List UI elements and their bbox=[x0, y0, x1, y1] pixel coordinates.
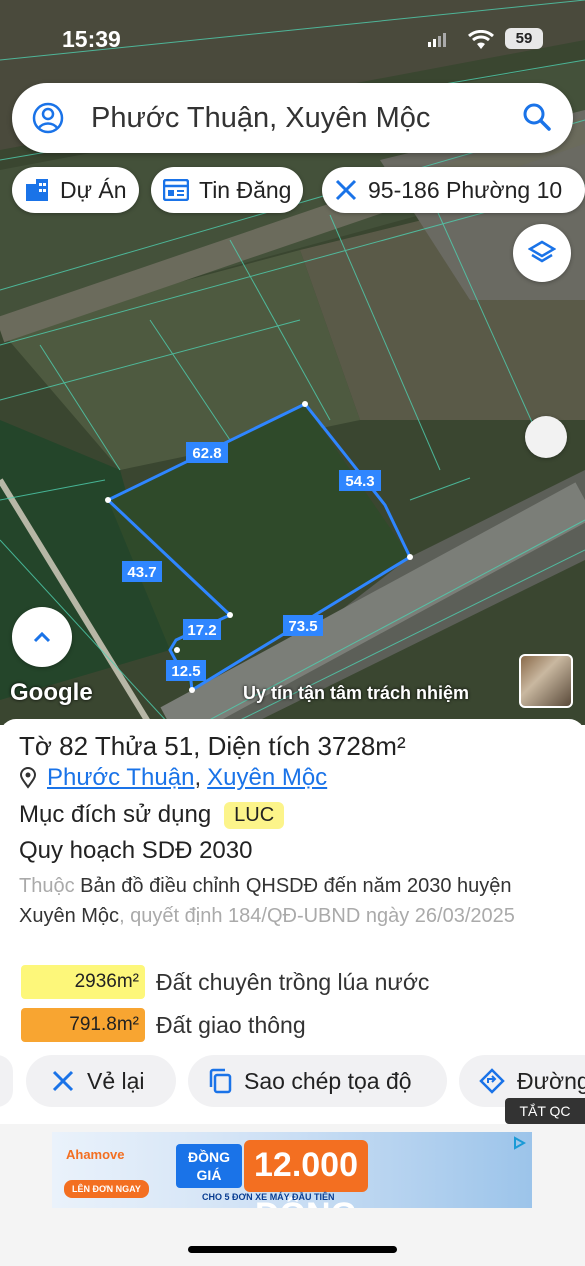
parcel-title: Tờ 82 Thửa 51, Diện tích 3728m² bbox=[19, 731, 406, 761]
legend-item-rice: 2936m² Đất chuyên trồng lúa nước bbox=[21, 965, 429, 999]
user-thumbnail[interactable] bbox=[519, 654, 573, 708]
edge-label: 62.8 bbox=[192, 445, 221, 462]
location-pin-icon bbox=[19, 767, 37, 789]
purpose-code-badge: LUC bbox=[224, 801, 285, 829]
ad-banner[interactable]: Ahamove LÊN ĐƠN NGAY ĐỒNG GIÁ 12.000 ĐỒN… bbox=[52, 1132, 532, 1208]
edge-label: 73.5 bbox=[288, 618, 317, 635]
button-label: Sao chép tọa độ bbox=[244, 1067, 412, 1094]
pencil-ruler-icon bbox=[52, 1070, 74, 1092]
ad-choices-icon[interactable] bbox=[512, 1136, 526, 1150]
legend-area: 791.8m² bbox=[21, 1008, 145, 1042]
legend-item-transport: 791.8m² Đất giao thông bbox=[21, 1008, 306, 1042]
ad-subtext: CHO 5 ĐƠN XE MÁY ĐẦU TIÊN bbox=[202, 1192, 335, 1202]
redraw-button[interactable]: Vẻ lại bbox=[26, 1055, 176, 1107]
edge-labels: 62.8 54.3 43.7 73.5 17.2 12.5 bbox=[122, 442, 381, 681]
edge-label: 54.3 bbox=[345, 473, 374, 490]
home-indicator[interactable] bbox=[188, 1246, 397, 1253]
edge-label: 12.5 bbox=[171, 663, 200, 680]
ad-brand: Ahamove bbox=[66, 1147, 125, 1162]
desc-decision: , quyết định 184/QĐ-UBND ngày 26/03/2025 bbox=[119, 905, 515, 927]
plan-description: Thuộc Bản đồ điều chỉnh QHSDĐ đến năm 20… bbox=[19, 871, 559, 931]
legend-label: Đất chuyên trồng lúa nước bbox=[156, 968, 430, 995]
purpose-label: Mục đích sử dụng bbox=[19, 801, 212, 828]
ad-price: 12.000 ĐỒNG bbox=[244, 1140, 368, 1208]
button-label: Vẻ lại bbox=[87, 1067, 145, 1094]
google-logo: Google bbox=[10, 679, 93, 706]
location-separator: , bbox=[194, 764, 202, 791]
edge-label: 17.2 bbox=[187, 622, 216, 639]
button-label: Đường bbox=[517, 1067, 585, 1094]
copy-icon bbox=[209, 1068, 232, 1094]
commune-link[interactable]: Phước Thuận bbox=[47, 764, 194, 792]
map-slogan: Uy tín tận tâm trách nhiệm bbox=[243, 683, 470, 703]
district-link[interactable]: Xuyên Mộc bbox=[207, 764, 327, 792]
desc-prefix: Thuộc bbox=[19, 875, 75, 897]
legend-area: 2936m² bbox=[21, 965, 145, 999]
map-view[interactable]: 15:39 59 Phước Thuận, Xuyên Mộc Dự Án Ti… bbox=[0, 0, 585, 725]
close-ad-button[interactable]: TẮT QC bbox=[505, 1098, 585, 1124]
edge-label: 43.7 bbox=[127, 564, 156, 581]
ad-deal-label: ĐỒNG GIÁ bbox=[176, 1144, 242, 1188]
land-purpose: Mục đích sử dụng LUC bbox=[19, 801, 285, 829]
copy-coordinates-button[interactable]: Sao chép tọa độ bbox=[188, 1055, 447, 1107]
ad-banner-area: Ahamove LÊN ĐƠN NGAY ĐỒNG GIÁ 12.000 ĐỒN… bbox=[0, 1124, 585, 1266]
directions-icon bbox=[479, 1068, 505, 1094]
plan-title: Quy hoạch SDĐ 2030 bbox=[19, 837, 253, 864]
parcel-location: Phước Thuận , Xuyên Mộc bbox=[19, 764, 327, 792]
legend-label: Đất giao thông bbox=[156, 1011, 306, 1038]
ad-cta: LÊN ĐƠN NGAY bbox=[64, 1180, 149, 1198]
